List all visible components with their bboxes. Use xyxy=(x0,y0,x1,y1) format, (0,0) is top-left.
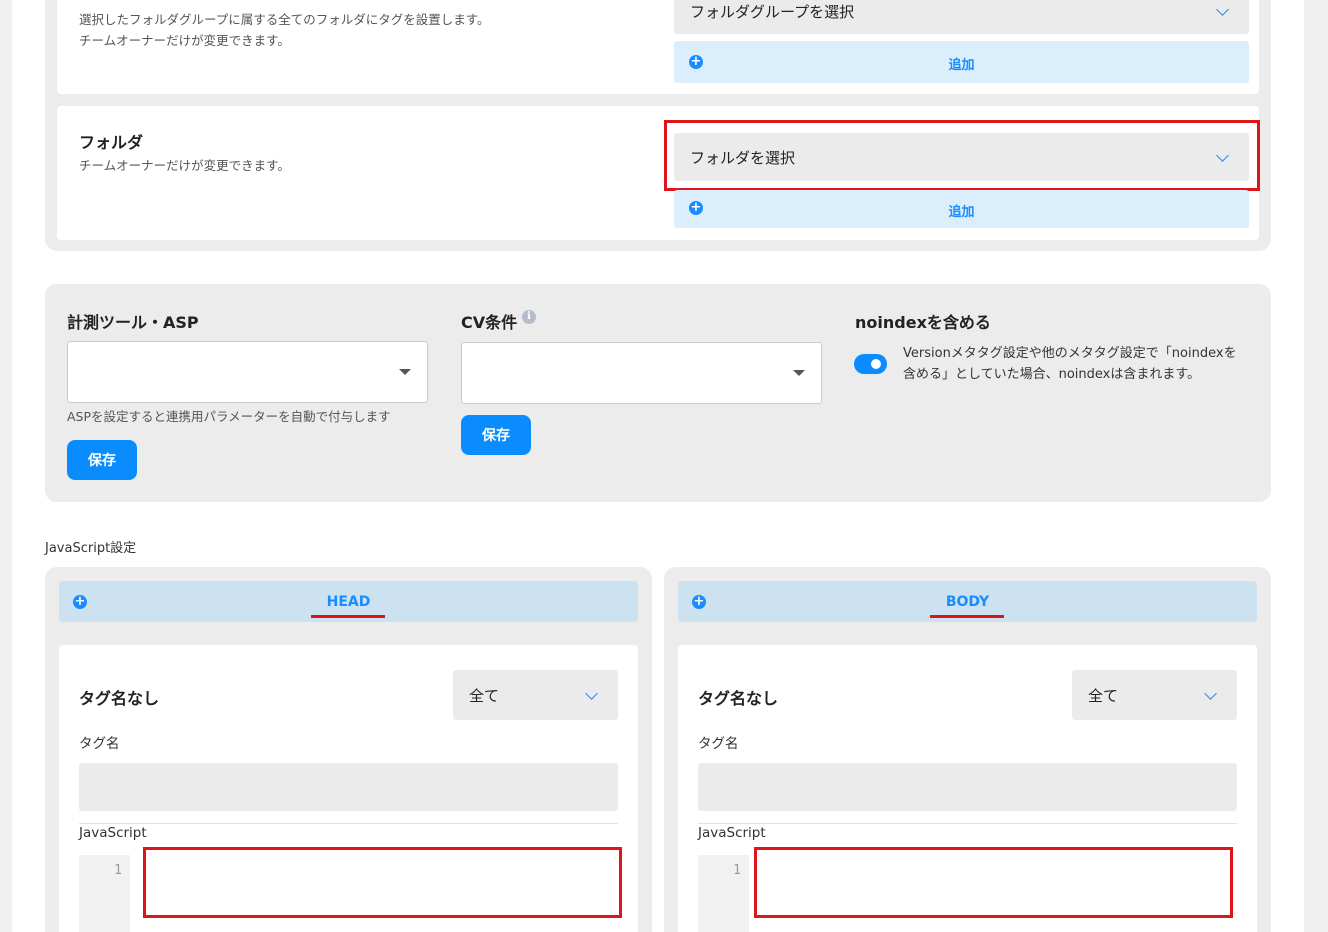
chevron-down-icon xyxy=(1216,3,1229,16)
body-tag-name-input[interactable] xyxy=(698,763,1237,811)
folder-group-select[interactable]: フォルダグループを選択 xyxy=(674,0,1249,34)
measurement-tool-help: ASPを設定すると連携用パラメーターを自動で付与します xyxy=(67,409,391,424)
head-tag-name-input[interactable] xyxy=(79,763,618,811)
caret-down-icon xyxy=(399,369,411,375)
folder-description: チームオーナーだけが変更できます。 xyxy=(79,158,290,173)
cv-condition-select[interactable] xyxy=(461,342,822,404)
measurement-tool-title: 計測ツール・ASP xyxy=(67,313,199,332)
chevron-down-icon xyxy=(1204,687,1217,700)
head-filter-value: 全て xyxy=(469,686,500,705)
head-tag-name-label: タグ名 xyxy=(79,736,120,752)
body-filter-select[interactable]: 全て xyxy=(1072,670,1237,720)
line-number: 1 xyxy=(733,863,741,878)
caret-down-icon xyxy=(793,370,805,376)
noindex-description-line: Versionメタタグ設定や他のメタタグ設定で「noindexを xyxy=(903,346,1237,361)
toggle-knob xyxy=(871,359,881,369)
body-tag-title: タグ名なし xyxy=(698,689,779,708)
body-filter-value: 全て xyxy=(1088,686,1119,705)
measurement-tool-save-button[interactable]: 保存 xyxy=(67,440,137,480)
chevron-down-icon xyxy=(585,687,598,700)
folder-group-description-line: 選択したフォルダグループに属する全てのフォルダにタグを設置します。 xyxy=(79,12,490,27)
body-javascript-label: JavaScript xyxy=(698,825,766,841)
body-underline-highlight xyxy=(930,615,1004,618)
javascript-section-label: JavaScript設定 xyxy=(45,541,137,556)
body-tag-name-label: タグ名 xyxy=(698,736,739,752)
folder-group-select-value: フォルダグループを選択 xyxy=(690,2,855,21)
head-divider xyxy=(79,823,618,824)
head-tag-title: タグ名なし xyxy=(79,689,160,708)
folder-add-label: 追加 xyxy=(948,205,975,220)
body-code-gutter: 1 xyxy=(698,855,749,932)
body-panel-title: BODY xyxy=(945,594,990,610)
info-icon[interactable]: i xyxy=(522,310,536,324)
cv-condition-title: CV条件 xyxy=(461,313,518,332)
noindex-description: Versionメタタグ設定や他のメタタグ設定で「noindexを 含める」として… xyxy=(903,343,1263,385)
head-filter-select[interactable]: 全て xyxy=(453,670,618,720)
cv-condition-save-button[interactable]: 保存 xyxy=(461,415,531,455)
body-divider xyxy=(698,823,1237,824)
head-panel-title: HEAD xyxy=(326,594,371,610)
noindex-toggle[interactable] xyxy=(854,354,887,374)
folder-title: フォルダ xyxy=(79,133,144,152)
folder-add-button[interactable]: + 追加 xyxy=(674,190,1249,228)
measurement-tool-select[interactable] xyxy=(67,341,428,403)
noindex-title: noindexを含める xyxy=(855,313,991,332)
head-underline-highlight xyxy=(311,615,385,618)
folder-group-add-label: 追加 xyxy=(948,58,975,73)
folder-group-description: 選択したフォルダグループに属する全てのフォルダにタグを設置します。 チームオーナ… xyxy=(79,9,639,51)
noindex-description-line: 含める」としていた場合、noindexは含まれます。 xyxy=(903,367,1201,382)
body-code-highlight xyxy=(754,847,1233,918)
line-number: 1 xyxy=(114,863,122,878)
folder-group-description-line: チームオーナーだけが変更できます。 xyxy=(79,33,290,48)
folder-select-highlight xyxy=(664,120,1260,191)
head-javascript-label: JavaScript xyxy=(79,825,147,841)
folder-group-add-button[interactable]: + 追加 xyxy=(674,41,1249,83)
head-code-gutter: 1 xyxy=(79,855,130,932)
head-code-highlight xyxy=(143,847,622,918)
